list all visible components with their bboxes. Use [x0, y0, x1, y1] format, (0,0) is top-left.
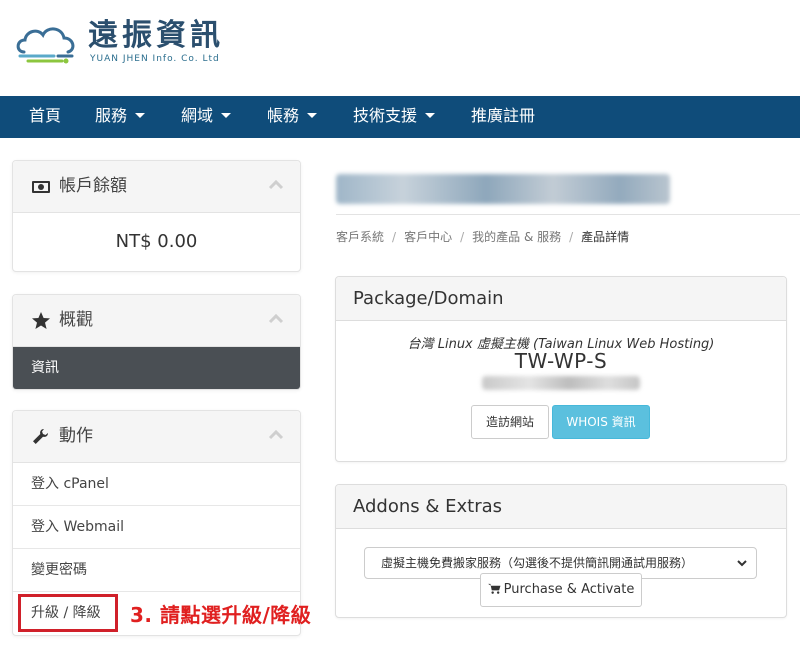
wrench-icon [33, 429, 48, 444]
overview-panel-title: 概觀 [59, 310, 93, 330]
brand-subtitle: YUAN JHEN Info. Co. Ltd [90, 54, 220, 64]
package-domain-card: Package/Domain 台灣 Linux 虛擬主機 (Taiwan Lin… [335, 276, 787, 462]
caret-down-icon [135, 113, 146, 118]
sidebar-item-information[interactable]: 資訊 [13, 347, 300, 389]
domain-name-obscured [482, 376, 640, 390]
nav-item-label: 服務 [95, 106, 128, 125]
addons-card-header: Addons & Extras [336, 485, 786, 529]
whois-info-button[interactable]: WHOIS 資訊 [552, 405, 650, 439]
nav-item-billing[interactable]: 帳務 [267, 96, 318, 138]
balance-amount: NT$ 0.00 [115, 231, 198, 252]
cloud-logo-icon [16, 27, 75, 64]
nav-item-label: 網域 [181, 106, 214, 125]
nav-item-label: 帳務 [267, 106, 300, 125]
purchase-activate-label: Purchase & Activate [503, 582, 635, 597]
actions-panel-header[interactable]: 動作 [13, 411, 300, 463]
balance-panel-header[interactable]: 帳戶餘額 [13, 161, 300, 213]
nav-item-label: 技術支援 [353, 106, 418, 125]
package-code: TW-WP-S [514, 349, 608, 373]
nav-item-home[interactable]: 首頁 [29, 96, 61, 138]
addon-select-value: 虛擬主機免費搬家服務（勾選後不提供簡訊開通試用服務） [381, 556, 694, 570]
nav-item-domains[interactable]: 網域 [181, 96, 232, 138]
caret-down-icon [221, 113, 232, 118]
actions-panel-title: 動作 [59, 426, 93, 446]
page-title-obscured [336, 170, 670, 206]
highlight-box [18, 594, 118, 632]
action-login-webmail[interactable]: 登入 Webmail [13, 506, 300, 549]
site-logo[interactable]: 遠振資訊 YUAN JHEN Info. Co. Ltd [14, 18, 244, 68]
purchase-activate-button[interactable]: Purchase & Activate [480, 573, 642, 607]
caret-down-icon [425, 113, 436, 118]
nav-item-services[interactable]: 服務 [95, 96, 146, 138]
breadcrumb-item-my-services[interactable]: 我的產品 & 服務 [472, 230, 561, 244]
breadcrumb-current: 產品詳情 [581, 230, 630, 244]
nav-item-affiliate[interactable]: 推廣註冊 [471, 96, 535, 138]
nav-item-label: 推廣註冊 [471, 106, 536, 125]
balance-panel-title: 帳戶餘額 [59, 176, 127, 196]
main-navbar: 首頁 服務 網域 帳務 技術支援 推廣註冊 [0, 96, 800, 138]
visit-website-button[interactable]: 造訪網站 [471, 405, 549, 439]
chevron-up-icon[interactable] [268, 314, 284, 324]
chevron-up-icon[interactable] [268, 430, 284, 440]
nav-item-label: 首頁 [29, 106, 62, 125]
cart-icon [487, 583, 501, 594]
star-icon [32, 312, 50, 329]
package-card-header: Package/Domain [336, 277, 786, 321]
site-header: 遠振資訊 YUAN JHEN Info. Co. Ltd [0, 0, 800, 96]
breadcrumb-item-client-area[interactable]: 客戶系統 [336, 230, 384, 244]
chevron-up-icon[interactable] [268, 180, 284, 190]
breadcrumb: 客戶系統 / 客戶中心 / 我的產品 & 服務 / 產品詳情 [336, 230, 630, 244]
balance-panel: 帳戶餘額 NT$ 0.00 [12, 160, 301, 272]
money-icon [32, 181, 50, 193]
overview-panel-header[interactable]: 概觀 [13, 295, 300, 347]
caret-down-icon [307, 113, 318, 118]
overview-panel: 概觀 資訊 [12, 294, 301, 390]
instruction-annotation: 3. 請點選升級/降級 [130, 603, 312, 627]
action-login-cpanel[interactable]: 登入 cPanel [13, 463, 300, 506]
action-change-password[interactable]: 變更密碼 [13, 549, 300, 592]
title-divider [336, 214, 800, 215]
addons-card: Addons & Extras 虛擬主機免費搬家服務（勾選後不提供簡訊開通試用服… [335, 484, 787, 618]
chevron-down-icon [737, 560, 747, 567]
breadcrumb-item-client-center[interactable]: 客戶中心 [404, 230, 452, 244]
brand-title: 遠振資訊 [88, 18, 224, 53]
nav-item-support[interactable]: 技術支援 [353, 96, 436, 138]
